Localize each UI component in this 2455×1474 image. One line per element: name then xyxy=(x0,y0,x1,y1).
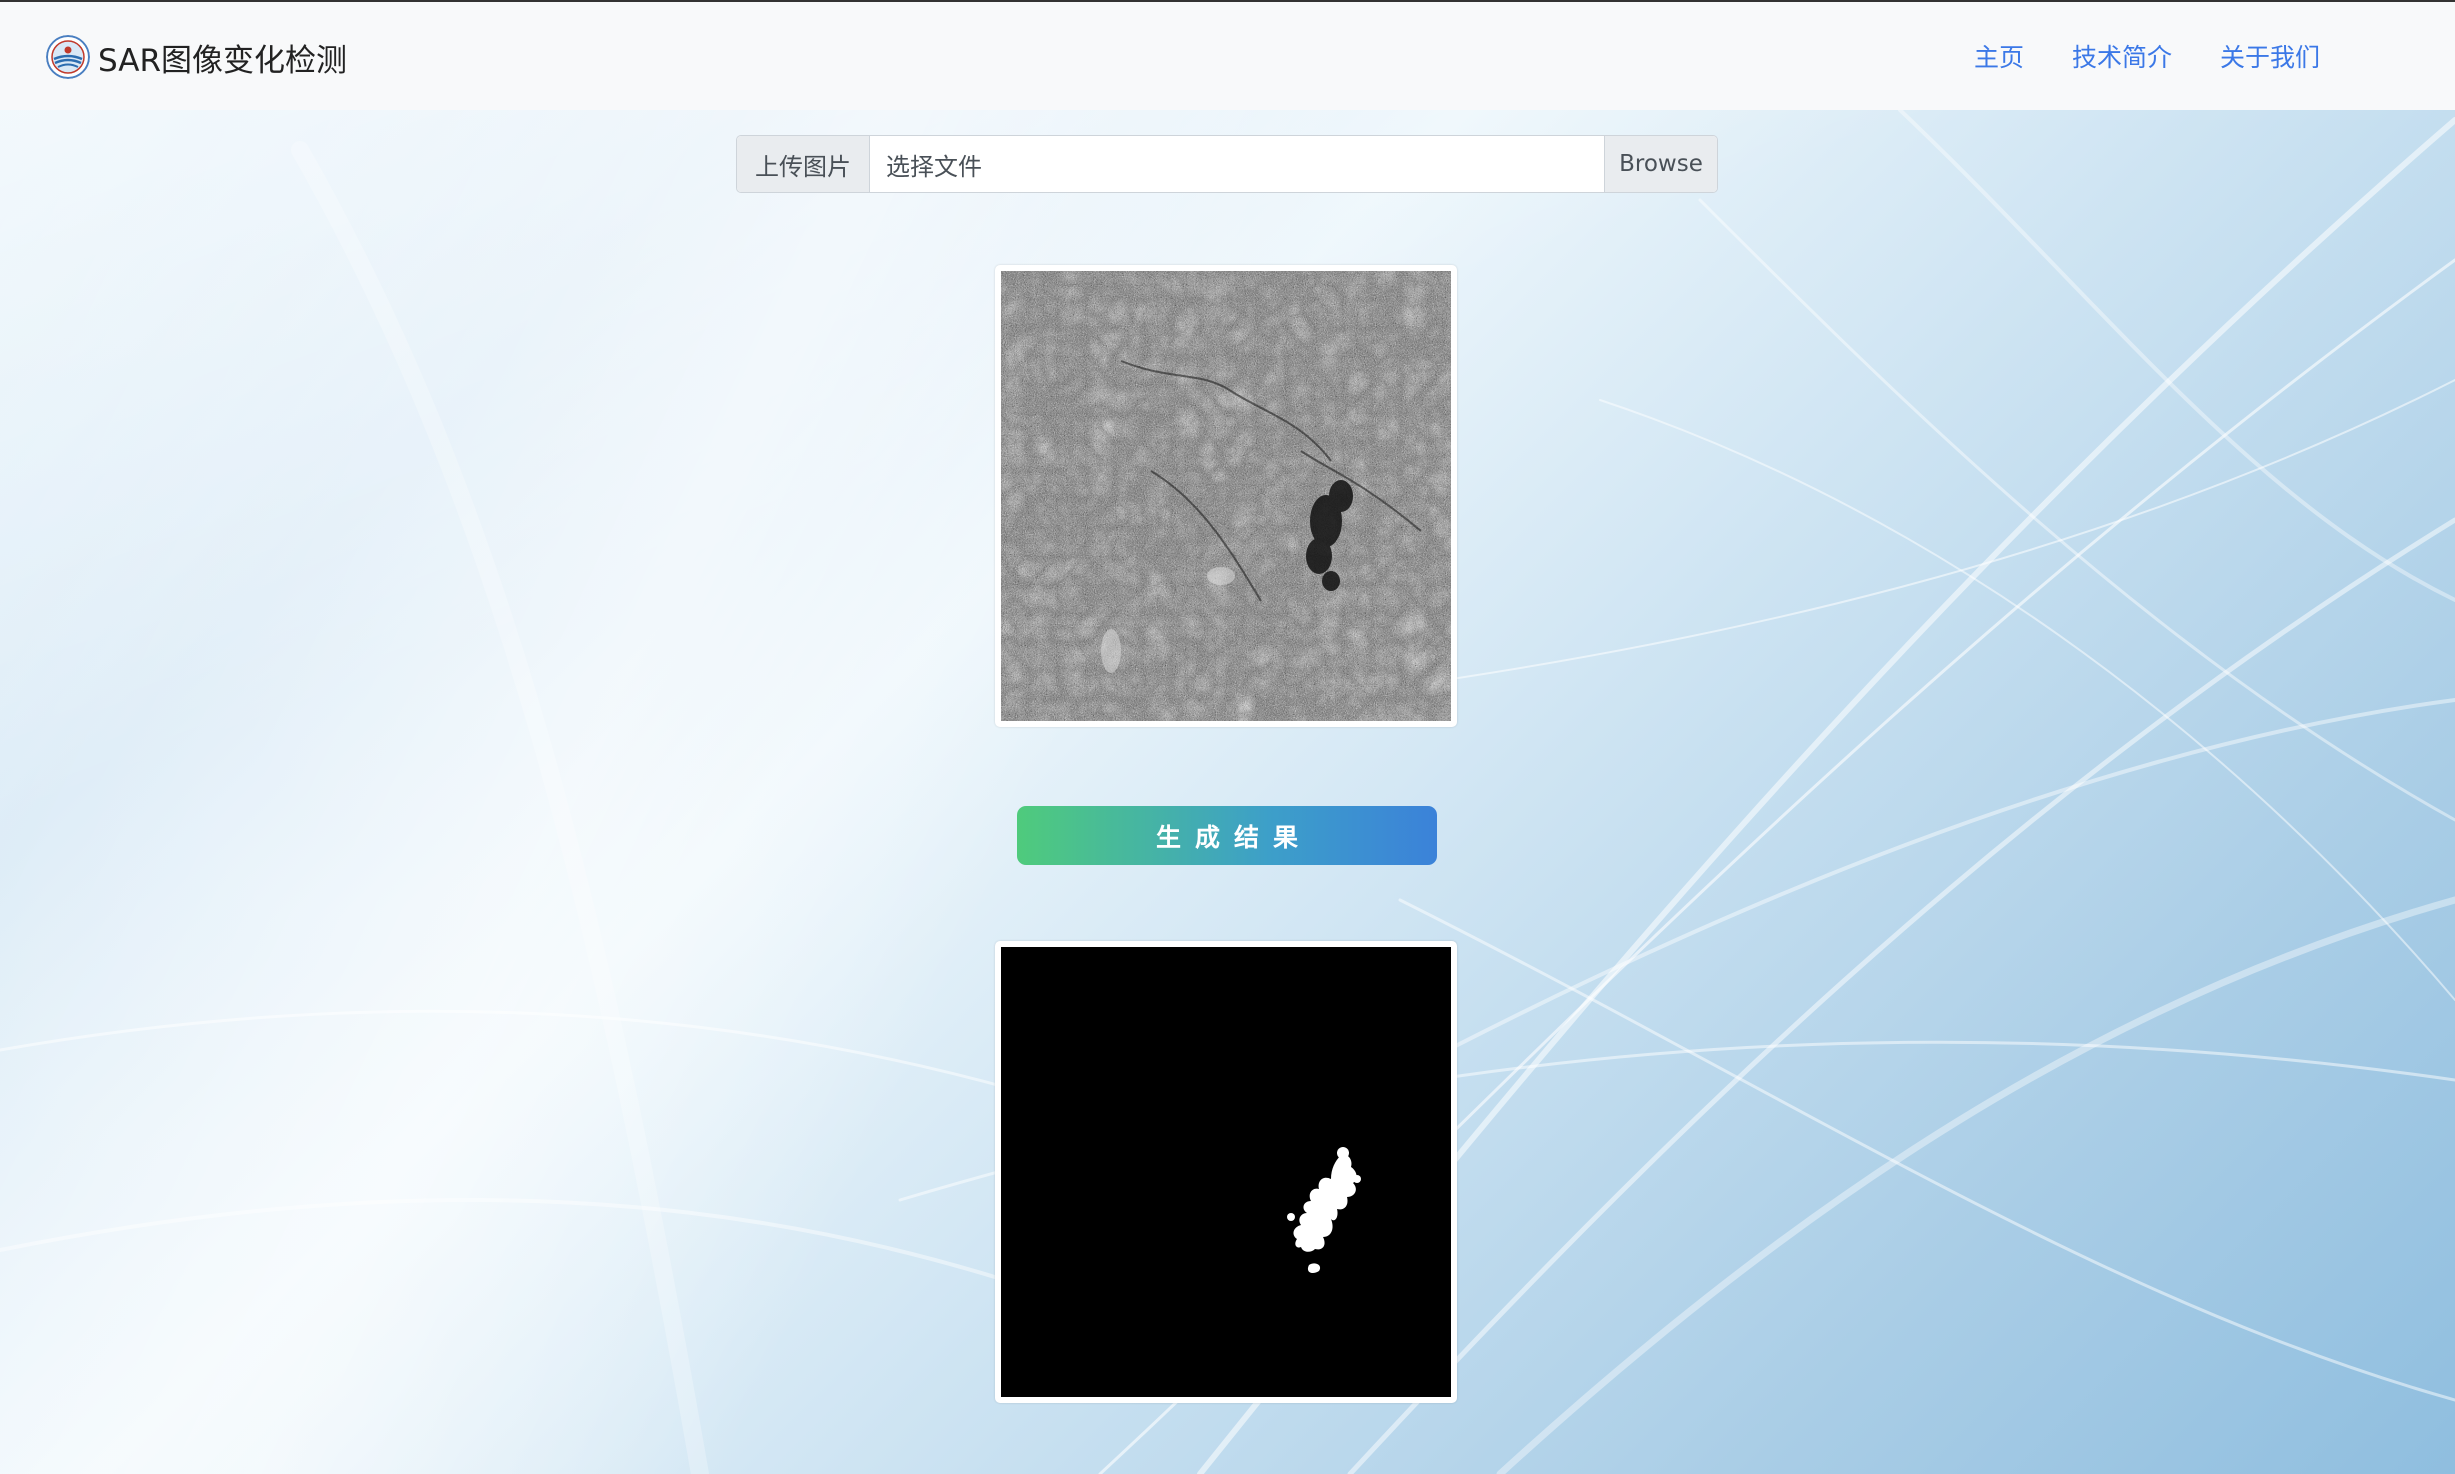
nav-link-home[interactable]: 主页 xyxy=(1974,38,2024,74)
browse-button[interactable]: Browse xyxy=(1604,136,1717,192)
generate-result-button[interactable]: 生成结果 xyxy=(1017,806,1437,865)
brand[interactable]: SAR图像变化检测 xyxy=(46,34,347,80)
sar-input-image xyxy=(1001,271,1451,721)
university-logo-icon xyxy=(46,35,90,79)
navbar: SAR图像变化检测 主页 技术简介 关于我们 xyxy=(0,0,2455,110)
output-image-frame xyxy=(995,941,1457,1403)
nav-links: 主页 技术简介 关于我们 xyxy=(1974,38,2320,74)
upload-label: 上传图片 xyxy=(737,136,870,192)
nav-link-tech-intro[interactable]: 技术简介 xyxy=(2072,38,2172,74)
file-input[interactable]: 选择文件 xyxy=(870,136,1604,192)
change-map-output-image xyxy=(1001,947,1451,1397)
brand-title: SAR图像变化检测 xyxy=(98,42,347,79)
upload-group: 上传图片 选择文件 Browse xyxy=(736,135,1718,193)
input-image-frame xyxy=(995,265,1457,727)
nav-link-about-us[interactable]: 关于我们 xyxy=(2220,38,2320,74)
